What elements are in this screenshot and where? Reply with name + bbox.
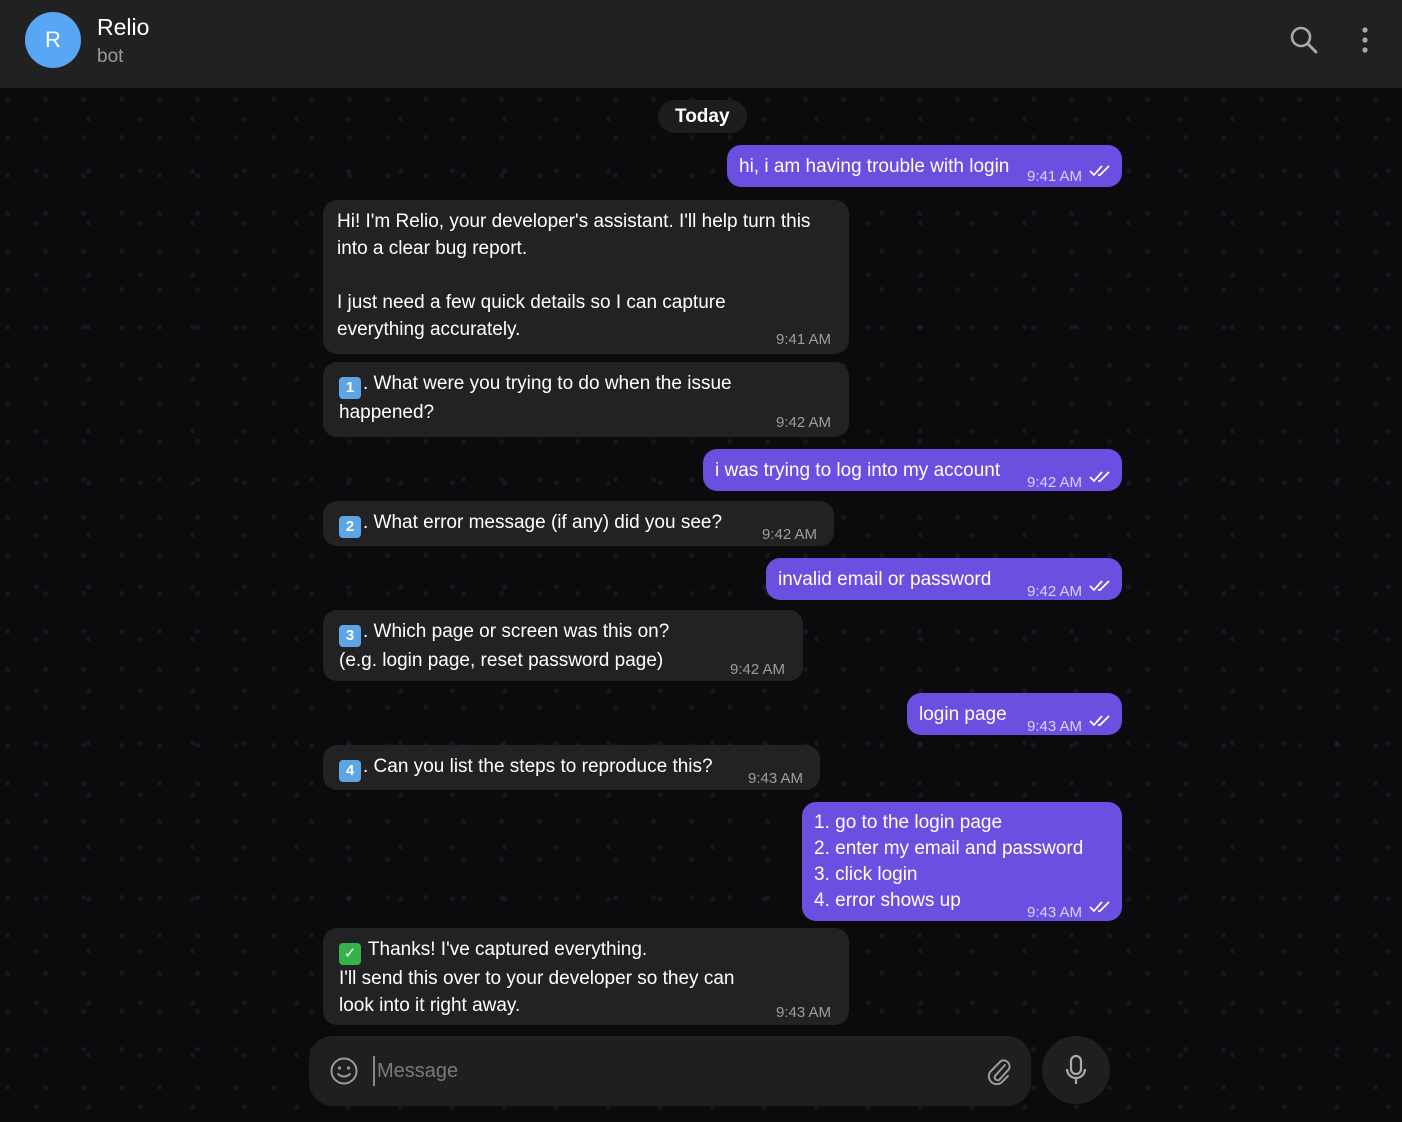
keycap-1-icon: 1 — [339, 377, 361, 399]
message-text: i was trying to log into my account — [715, 460, 1001, 481]
message-text: 2. What error message (if any) did you s… — [339, 509, 722, 538]
microphone-icon — [1065, 1054, 1087, 1084]
message-time: 9:42 AM — [730, 661, 786, 678]
message-time: 9:43 AM — [1027, 718, 1083, 735]
message-time: 9:42 AM — [1027, 583, 1083, 600]
double-check-icon — [1089, 580, 1110, 592]
search-icon — [1290, 26, 1318, 54]
keycap-2-icon: 2 — [339, 516, 361, 538]
incoming-message[interactable]: ✓ Thanks! I've captured everything. I'll… — [323, 928, 849, 1025]
incoming-message[interactable]: 3. Which page or screen was this on? (e.… — [323, 610, 803, 681]
double-check-icon — [1089, 901, 1110, 913]
avatar[interactable]: R — [25, 12, 81, 68]
outgoing-message[interactable]: login page 9:43 AM — [907, 693, 1122, 735]
incoming-message[interactable]: 1. What were you trying to do when the i… — [323, 362, 849, 437]
incoming-message[interactable]: Hi! I'm Relio, your developer's assistan… — [323, 200, 849, 354]
outgoing-message[interactable]: i was trying to log into my account 9:42… — [703, 449, 1122, 491]
more-options-button[interactable] — [1345, 20, 1385, 60]
outgoing-message[interactable]: hi, i am having trouble with login 9:41 … — [727, 145, 1122, 187]
outgoing-message[interactable]: invalid email or password 9:42 AM — [766, 558, 1122, 600]
message-time: 9:43 AM — [1027, 904, 1083, 921]
message-time: 9:42 AM — [1027, 474, 1083, 491]
message-composer — [309, 1036, 1031, 1106]
double-check-icon — [1089, 715, 1110, 727]
keycap-4-icon: 4 — [339, 760, 361, 782]
search-button[interactable] — [1284, 20, 1324, 60]
more-vertical-icon — [1362, 27, 1368, 53]
voice-record-button[interactable] — [1042, 1036, 1110, 1104]
double-check-icon — [1089, 471, 1110, 483]
message-text: hi, i am having trouble with login — [739, 156, 1010, 177]
message-time: 9:41 AM — [1027, 168, 1083, 185]
double-check-icon — [1089, 165, 1110, 177]
message-time: 9:43 AM — [776, 1004, 832, 1021]
incoming-message[interactable]: 4. Can you list the steps to reproduce t… — [323, 745, 820, 790]
smile-icon[interactable] — [329, 1056, 359, 1086]
check-mark-icon: ✓ — [339, 943, 361, 965]
message-time: 9:42 AM — [762, 526, 818, 543]
message-time: 9:42 AM — [776, 414, 832, 431]
message-text: 1. What were you trying to do when the i… — [339, 373, 732, 423]
keycap-3-icon: 3 — [339, 625, 361, 647]
message-text: 4. Can you list the steps to reproduce t… — [339, 753, 713, 782]
message-text: ✓ Thanks! I've captured everything. I'll… — [339, 939, 735, 1016]
outgoing-message[interactable]: 1. go to the login page 2. enter my emai… — [802, 802, 1122, 921]
date-separator: Today — [658, 100, 747, 133]
message-input[interactable] — [373, 1056, 963, 1086]
message-text: invalid email or password — [778, 569, 992, 590]
incoming-message[interactable]: 2. What error message (if any) did you s… — [323, 501, 834, 546]
message-time: 9:43 AM — [748, 770, 804, 787]
chat-header: R Relio bot — [0, 0, 1402, 88]
message-time: 9:41 AM — [776, 331, 832, 348]
message-text: login page — [919, 704, 1007, 725]
paperclip-icon[interactable] — [985, 1056, 1013, 1086]
chat-subtitle: bot — [97, 46, 124, 67]
message-text: 3. Which page or screen was this on? (e.… — [339, 621, 670, 671]
message-text: Hi! I'm Relio, your developer's assistan… — [337, 211, 811, 340]
chat-title[interactable]: Relio — [97, 14, 149, 41]
